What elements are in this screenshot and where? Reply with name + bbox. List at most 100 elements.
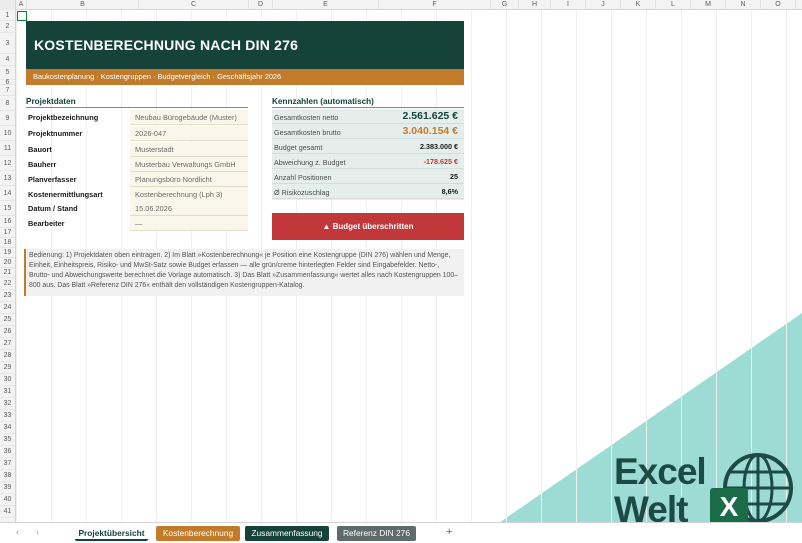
row-header-22[interactable]: 22: [0, 278, 15, 290]
project-field-input[interactable]: 2026-047: [130, 126, 248, 141]
title-banner: KOSTENBERECHNUNG NACH DIN 276: [26, 21, 464, 69]
row-header-20[interactable]: 20: [0, 258, 15, 268]
row-header-3[interactable]: 3: [0, 33, 15, 54]
row-header-31[interactable]: 31: [0, 386, 15, 398]
project-section-title: Projektdaten: [26, 97, 248, 108]
project-field-input[interactable]: Neubau Bürogebäude (Muster): [130, 110, 248, 125]
row-header-10[interactable]: 10: [0, 126, 15, 141]
column-header-c[interactable]: C: [139, 0, 249, 10]
row-header-17[interactable]: 17: [0, 228, 15, 238]
row-header-12[interactable]: 12: [0, 156, 15, 171]
project-field-input[interactable]: 15.06.2026: [130, 201, 248, 216]
column-header-m[interactable]: M: [691, 0, 726, 10]
column-header-n[interactable]: N: [726, 0, 761, 10]
kpi-row: Anzahl Positionen 25: [272, 169, 464, 184]
column-header-k[interactable]: K: [621, 0, 656, 10]
tab-scroll-left-icon[interactable]: ‹: [16, 527, 19, 537]
row-header-24[interactable]: 24: [0, 302, 15, 314]
kpi-row: Gesamtkosten netto 2.561.625 €: [272, 109, 464, 124]
project-field-input[interactable]: Musterbau Verwaltungs GmbH: [130, 157, 248, 172]
row-header-41[interactable]: 41: [0, 506, 15, 518]
project-field-row: Projektnummer 2026-047: [26, 126, 248, 141]
kpi-label: Ø Risikozuschlag: [274, 188, 330, 197]
column-header-p[interactable]: P: [796, 0, 802, 10]
kpi-value: 2.561.625 €: [402, 110, 458, 122]
tab-scroll-right-icon[interactable]: ›: [36, 527, 39, 537]
row-header-2[interactable]: 2: [0, 21, 15, 33]
column-header-f[interactable]: F: [379, 0, 491, 10]
row-header-5[interactable]: 5: [0, 66, 15, 80]
sheet-tab[interactable]: Zusammenfassung: [245, 526, 329, 541]
kpi-section-title: Kennzahlen (automatisch): [272, 97, 464, 108]
column-header-e[interactable]: E: [273, 0, 379, 10]
column-header-g[interactable]: G: [491, 0, 519, 10]
row-header-33[interactable]: 33: [0, 410, 15, 422]
project-field-input[interactable]: Musterstadt: [130, 142, 248, 157]
kpi-table: Gesamtkosten netto 2.561.625 € Gesamtkoste…: [272, 109, 464, 200]
column-header-b[interactable]: B: [27, 0, 139, 10]
kpi-row: Ø Risikozuschlag 8,6%: [272, 184, 464, 199]
row-header-18[interactable]: 18: [0, 238, 15, 248]
sheet-tab[interactable]: Kostenberechnung: [156, 526, 240, 541]
row-header-39[interactable]: 39: [0, 482, 15, 494]
row-header-28[interactable]: 28: [0, 350, 15, 362]
row-header-35[interactable]: 35: [0, 434, 15, 446]
project-field-label: Bauherr: [28, 160, 57, 169]
kpi-row: Budget gesamt 2.383.000 €: [272, 139, 464, 154]
row-header-13[interactable]: 13: [0, 171, 15, 186]
row-header-27[interactable]: 27: [0, 338, 15, 350]
row-header-38[interactable]: 38: [0, 470, 15, 482]
column-header-a[interactable]: A: [16, 0, 27, 10]
row-header-32[interactable]: 32: [0, 398, 15, 410]
row-header-29[interactable]: 29: [0, 362, 15, 374]
instructions-note: Bedienung: 1) Projektdaten oben eintrage…: [24, 249, 464, 296]
logo-text-excel: Excel: [614, 451, 707, 492]
page-subtitle: Baukostenplanung · Kostengruppen · Budge…: [33, 72, 282, 81]
kpi-row: Gesamtkosten brutto 3.040.154 €: [272, 124, 464, 139]
row-header-21[interactable]: 21: [0, 268, 15, 278]
row-header-40[interactable]: 40: [0, 494, 15, 506]
add-sheet-button[interactable]: +: [446, 526, 452, 538]
row-header-30[interactable]: 30: [0, 374, 15, 386]
column-header-bar: ABCDEFGHIJKLMNOP: [0, 0, 802, 10]
sheet-tab[interactable]: Referenz DIN 276: [337, 526, 416, 541]
row-header-14[interactable]: 14: [0, 186, 15, 201]
row-header-36[interactable]: 36: [0, 446, 15, 458]
kpi-value: 8,6%: [441, 187, 458, 196]
column-header-l[interactable]: L: [656, 0, 691, 10]
budget-status-banner: ▲ Budget überschritten: [272, 213, 464, 240]
project-field-label: Bearbeiter: [28, 219, 65, 228]
row-header-7[interactable]: 7: [0, 85, 15, 96]
column-header-o[interactable]: O: [761, 0, 796, 10]
row-header-23[interactable]: 23: [0, 290, 15, 302]
project-field-label: Planverfasser: [28, 175, 77, 184]
row-header-4[interactable]: 4: [0, 54, 15, 66]
row-header-16[interactable]: 16: [0, 216, 15, 228]
row-header-37[interactable]: 37: [0, 458, 15, 470]
row-header-34[interactable]: 34: [0, 422, 15, 434]
kpi-value: 2.383.000 €: [420, 142, 458, 151]
instructions-text: Bedienung: 1) Projektdaten oben eintrage…: [29, 252, 459, 289]
column-header-h[interactable]: H: [519, 0, 551, 10]
row-header-11[interactable]: 11: [0, 141, 15, 156]
active-cell-a1[interactable]: [17, 11, 27, 21]
row-header-26[interactable]: 26: [0, 326, 15, 338]
project-field-label: Projektnummer: [28, 129, 83, 138]
subtitle-banner: Baukostenplanung · Kostengruppen · Budge…: [26, 69, 464, 85]
sheet-tab[interactable]: Projektübersicht: [75, 526, 148, 541]
select-all-corner[interactable]: [0, 0, 16, 10]
column-header-j[interactable]: J: [586, 0, 621, 10]
column-header-i[interactable]: I: [551, 0, 586, 10]
row-header-15[interactable]: 15: [0, 201, 15, 216]
row-header-25[interactable]: 25: [0, 314, 15, 326]
row-header-1[interactable]: 1: [0, 10, 15, 21]
project-field-input[interactable]: —: [130, 216, 248, 231]
project-field-row: Planverfasser Planungsbüro Nordlicht: [26, 172, 248, 187]
row-header-19[interactable]: 19: [0, 248, 15, 258]
kpi-label: Budget gesamt: [274, 143, 323, 152]
column-header-d[interactable]: D: [249, 0, 273, 10]
row-header-9[interactable]: 9: [0, 111, 15, 126]
project-field-input[interactable]: Kostenberechnung (Lph 3): [130, 187, 248, 202]
row-header-8[interactable]: 8: [0, 96, 15, 111]
project-field-input[interactable]: Planungsbüro Nordlicht: [130, 172, 248, 187]
